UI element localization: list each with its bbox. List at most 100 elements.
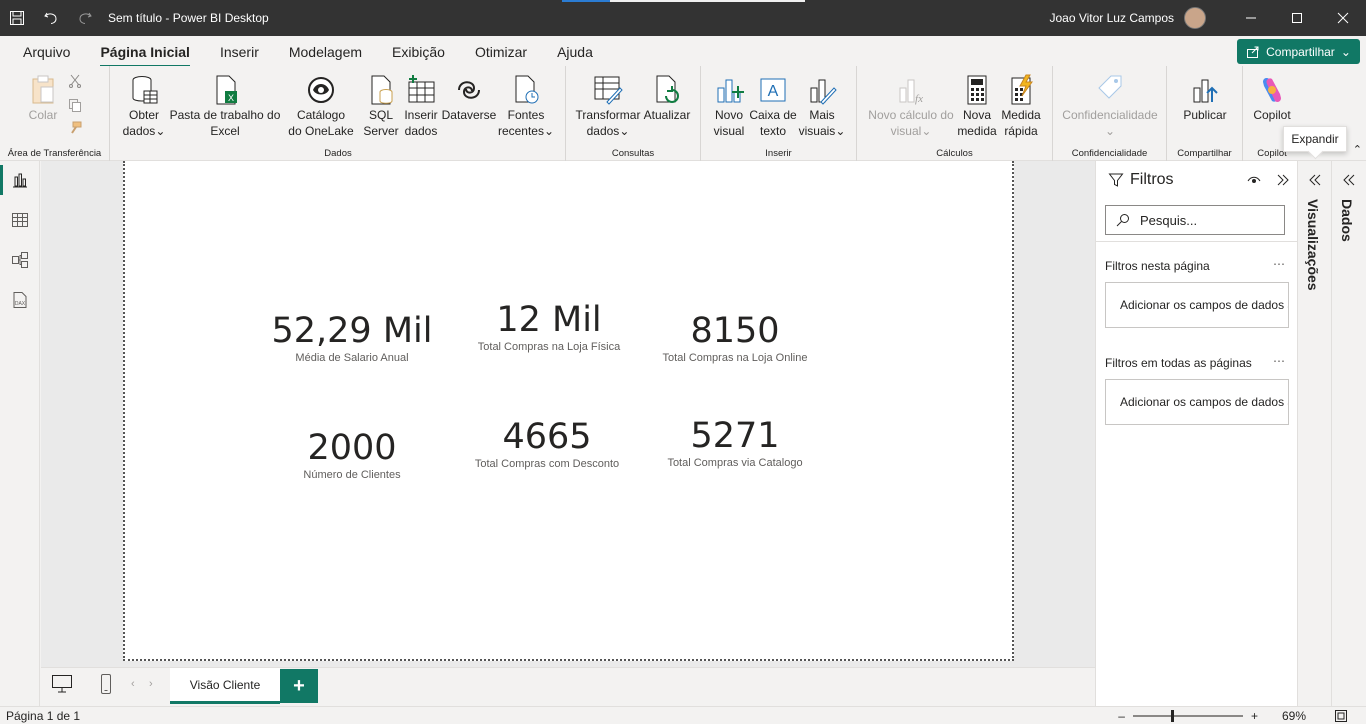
share-button[interactable]: Compartilhar ⌄ <box>1237 39 1360 64</box>
tab-arquivo[interactable]: Arquivo <box>8 38 85 66</box>
undo-icon[interactable] <box>34 0 68 36</box>
more-visuals-icon <box>810 79 837 105</box>
paste-icon <box>32 75 54 104</box>
report-page[interactable]: 52,29 Mil Média de Salario Anual 12 Mil … <box>123 161 1014 661</box>
ribbon-group-insert: Novo visual A Caixa de texto Mais visuai… <box>701 66 857 161</box>
expand-tooltip: Expandir <box>1283 126 1347 152</box>
enter-data-button[interactable]: Inserir dados <box>401 74 441 139</box>
maximize-button[interactable] <box>1274 0 1320 36</box>
visualizations-pane-collapsed[interactable]: Visualizações <box>1297 161 1331 706</box>
page-filters-dropzone[interactable]: Adicionar os campos de dados aqui <box>1105 282 1289 328</box>
dataverse-icon <box>458 81 480 99</box>
publish-button[interactable]: Publicar <box>1175 74 1235 123</box>
view-switcher: DAX <box>0 161 40 706</box>
share-icon <box>1247 46 1259 58</box>
filter-search-input[interactable]: Pesquis... <box>1105 205 1285 235</box>
page-tabs-bar: ‹ › Visão Cliente + <box>41 667 1095 706</box>
kpi-value: 2000 <box>307 428 397 468</box>
collapse-ribbon-icon[interactable]: ⌃ <box>1353 143 1362 156</box>
expand-pane-icon[interactable] <box>1308 173 1322 187</box>
avatar[interactable] <box>1184 7 1206 29</box>
svg-text:X: X <box>228 93 234 103</box>
report-view-icon <box>13 173 27 188</box>
data-pane-collapsed[interactable]: Dados <box>1331 161 1366 706</box>
search-icon <box>1116 214 1129 227</box>
eye-icon[interactable] <box>1246 172 1262 188</box>
zoom-out-icon[interactable]: – <box>1118 709 1125 723</box>
collapse-pane-icon[interactable] <box>1276 173 1290 187</box>
refresh-button[interactable]: Atualizar <box>640 74 694 123</box>
ribbon-group-data: Obter dados⌄ X Pasta de trabalho do Exce… <box>111 66 566 161</box>
zoom-level[interactable]: 69% <box>1282 709 1306 723</box>
more-options-icon[interactable]: ⋯ <box>1273 354 1285 368</box>
sql-server-button[interactable]: SQL Server <box>363 74 399 139</box>
chevron-left-icon[interactable]: ‹ <box>131 678 135 690</box>
transform-data-icon <box>594 76 623 105</box>
close-button[interactable] <box>1320 0 1366 36</box>
tab-otimizar[interactable]: Otimizar <box>460 38 542 66</box>
fit-to-page-icon[interactable] <box>1334 709 1348 723</box>
paste-button[interactable]: Colar <box>20 74 66 123</box>
table-view-button[interactable] <box>0 201 40 239</box>
kpi-card[interactable]: 8150 Total Compras na Loja Online <box>625 311 845 364</box>
format-painter-icon[interactable] <box>68 121 82 138</box>
zoom-in-icon[interactable]: + <box>1251 709 1258 723</box>
more-options-icon[interactable]: ⋯ <box>1273 257 1285 271</box>
text-box-button[interactable]: A Caixa de texto <box>749 74 797 139</box>
desktop-layout-icon[interactable] <box>51 674 73 697</box>
refresh-icon <box>656 75 679 103</box>
model-view-button[interactable] <box>0 241 40 279</box>
get-data-button[interactable]: Obter dados⌄ <box>117 74 171 139</box>
page-tab[interactable]: Visão Cliente <box>170 668 280 704</box>
tab-pagina-inicial[interactable]: Página Inicial <box>85 38 204 68</box>
more-visuals-button[interactable]: Mais visuais⌄ <box>797 74 847 139</box>
calculations-group-label: Cálculos <box>936 148 973 159</box>
visual-calculation-button[interactable]: fx Novo cálculo do visual⌄ <box>863 74 959 139</box>
expand-pane-icon[interactable] <box>1342 173 1356 187</box>
sensitivity-button[interactable]: Confidencialidade ⌄ <box>1057 74 1163 139</box>
filters-pane: Filtros Pesquis... Filtros nesta página … <box>1095 161 1298 706</box>
all-pages-filters-dropzone[interactable]: Adicionar os campos de dados aqui <box>1105 379 1289 425</box>
minimize-button[interactable] <box>1228 0 1274 36</box>
new-visual-button[interactable]: Novo visual <box>709 74 749 139</box>
text-box-icon: A <box>760 78 786 102</box>
tab-ajuda[interactable]: Ajuda <box>542 38 608 66</box>
redo-icon[interactable] <box>68 0 102 36</box>
tab-inserir[interactable]: Inserir <box>205 38 274 66</box>
copilot-button[interactable]: Copilot <box>1247 74 1297 123</box>
report-view-button[interactable] <box>0 161 40 199</box>
cut-icon[interactable] <box>68 74 82 91</box>
kpi-label: Total Compras com Desconto <box>474 458 620 470</box>
kpi-card[interactable]: 4665 Total Compras com Desconto <box>437 417 657 470</box>
search-placeholder: Pesquis... <box>1140 212 1198 228</box>
save-icon[interactable] <box>0 0 34 36</box>
queries-group-label: Consultas <box>611 148 655 159</box>
model-view-icon <box>12 252 28 268</box>
zoom-slider[interactable] <box>1132 710 1243 722</box>
tab-modelagem[interactable]: Modelagem <box>274 38 377 66</box>
user-name: Joao Vitor Luz Campos <box>1049 11 1174 25</box>
add-page-button[interactable]: + <box>280 669 318 703</box>
share-group-label: Compartilhar <box>1177 148 1232 159</box>
kpi-card[interactable]: 52,29 Mil Média de Salario Anual <box>242 311 462 364</box>
new-measure-button[interactable]: Nova medida <box>957 74 997 139</box>
chevron-right-icon[interactable]: › <box>149 678 153 690</box>
copy-icon[interactable] <box>68 98 82 115</box>
kpi-label: Total Compras via Catalogo <box>667 457 803 469</box>
visualizations-pane-label: Visualizações <box>1305 199 1321 291</box>
dataverse-button[interactable]: Dataverse <box>441 74 497 123</box>
transform-data-button[interactable]: Transformar dados⌄ <box>574 74 642 139</box>
table-icon <box>408 75 435 103</box>
kpi-card[interactable]: 2000 Número de Clientes <box>242 428 462 481</box>
clipboard-group-label: Área de Transferência <box>7 148 102 159</box>
mobile-layout-icon[interactable] <box>99 673 113 698</box>
tab-exibicao[interactable]: Exibição <box>377 38 460 66</box>
quick-measure-button[interactable]: Medida rápida <box>997 74 1045 139</box>
excel-workbook-button[interactable]: X Pasta de trabalho do Excel <box>169 74 281 139</box>
recent-sources-button[interactable]: Fontes recentes⌄ <box>497 74 555 139</box>
dax-query-view-button[interactable]: DAX <box>0 281 40 319</box>
share-label: Compartilhar <box>1266 44 1335 59</box>
onelake-catalog-button[interactable]: Catálogo do OneLake <box>281 74 361 139</box>
kpi-card[interactable]: 5271 Total Compras via Catalogo <box>625 416 845 469</box>
ribbon-group-calculations: fx Novo cálculo do visual⌄ Nova medida M… <box>857 66 1053 161</box>
